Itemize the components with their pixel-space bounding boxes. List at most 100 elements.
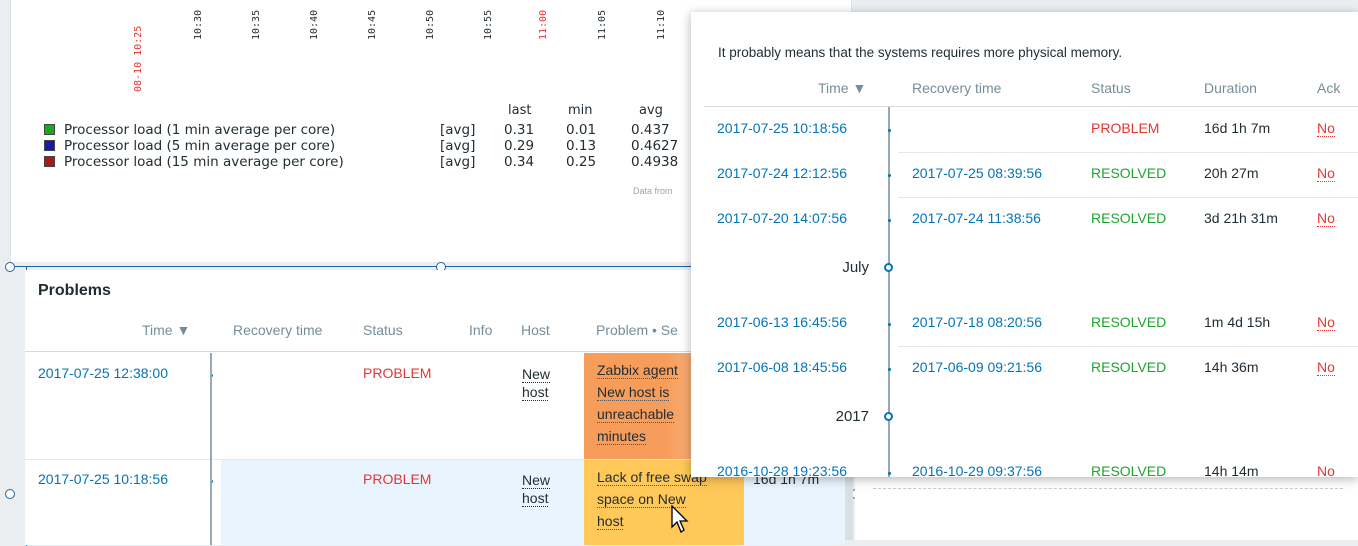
event-time-link[interactable]: 2017-07-25 10:18:56 [717,120,847,136]
popup-column-status: Status [1091,80,1131,96]
event-time-link[interactable]: 2017-07-20 14:07:56 [717,210,847,226]
resize-handle-left-center[interactable] [5,489,15,499]
event-duration: 14h 36m [1204,359,1259,375]
x-axis-tick-label: 10:45 [367,10,378,40]
x-axis-tick-label: 10:55 [483,10,494,40]
event-duration: 1m 4d 15h [1204,314,1271,330]
x-axis-tick-label: 10:50 [425,10,436,40]
legend-function: [avg] [440,122,476,138]
event-time-link[interactable]: 2017-06-13 16:45:56 [717,314,847,330]
event-duration: 20h 27m [1204,165,1259,181]
mouse-pointer-icon [671,505,689,533]
legend-min-value: 0.13 [566,138,597,154]
event-recovery-time-link[interactable]: 2017-07-24 11:38:56 [912,210,1041,226]
legend-series-name: Processor load (15 min average per core) [64,154,344,170]
row-divider [898,197,1358,198]
blurred-row [873,488,1343,489]
legend-function: [avg] [440,154,476,170]
column-header-recovery-time: Recovery time [233,322,323,338]
timeline-marker [884,412,893,421]
legend-avg-value: 0.437 [631,122,670,138]
host-link[interactable]: New host [522,471,551,507]
timeline-group-label: July [842,259,869,276]
x-axis-tick-label: 10:35 [251,10,262,40]
x-axis-tick-label: 08-10 10:25 [133,25,144,92]
timeline-marker [884,263,893,272]
column-header-info: Info [469,322,493,338]
event-time-link[interactable]: 2016-10-28 19:23:56 [717,463,847,477]
legend-last-value: 0.31 [504,122,535,138]
timeline-dot [888,129,891,132]
legend-min-value: 0.25 [566,154,597,170]
column-header-problem-severity: Problem • Se [596,322,678,338]
trigger-description: It probably means that the systems requi… [718,45,1123,60]
legend-color-swatch [44,124,55,135]
x-axis-tick-label: 10:40 [309,10,320,40]
timeline-group-label: 2017 [835,408,869,425]
host-link[interactable]: New host [522,365,551,401]
legend-last-value: 0.29 [504,138,535,154]
event-ack-link[interactable]: No [1317,463,1335,477]
event-status: RESOLVED [1091,359,1167,375]
legend-series-name: Processor load (1 min average per core) [64,122,336,138]
x-axis-tick-label: 11:10 [656,10,667,40]
popup-column-recovery-time: Recovery time [912,80,1002,96]
event-ack-link[interactable]: No [1317,314,1335,331]
legend-color-swatch [44,156,55,167]
legend-min-value: 0.01 [566,122,597,138]
timeline-dot [888,323,891,326]
timeline-dot [888,174,891,177]
problem-status: PROBLEM [363,471,432,487]
row-divider [898,152,1358,153]
event-history-popup: It probably means that the systems requi… [691,12,1358,477]
event-status: RESOLVED [1091,210,1167,226]
legend-avg-value: 0.4938 [631,154,679,170]
event-ack-link[interactable]: No [1317,120,1335,137]
legend-function: [avg] [440,138,476,154]
popup-timeline-line [888,107,890,477]
timeline-line [210,353,212,545]
event-duration: 16d 1h 7m [1204,120,1271,136]
timeline-dot [888,219,891,222]
event-status: RESOLVED [1091,314,1167,330]
event-status: RESOLVED [1091,165,1167,181]
event-ack-link[interactable]: No [1317,359,1335,376]
x-axis-tick-label: 11:00 [538,10,549,40]
event-duration: 14h 14m [1204,463,1259,477]
legend-last-value: 0.34 [504,154,535,170]
event-ack-link[interactable]: No [1317,210,1335,227]
x-axis-tick-label: 11:05 [597,10,608,40]
event-recovery-time-link[interactable]: 2017-06-09 09:21:56 [912,359,1042,375]
column-header-host: Host [521,322,550,338]
popup-column-ack: Ack [1317,80,1341,96]
popup-header-divider [704,106,1358,107]
event-status: RESOLVED [1091,463,1167,477]
event-status: PROBLEM [1091,120,1160,136]
x-axis-tick-label: 10:30 [193,10,204,40]
legend-series-name: Processor load (5 min average per core) [64,138,336,154]
widget-title: Problems [38,282,111,299]
problem-time-link[interactable]: 2017-07-25 12:38:00 [38,365,168,381]
popup-column-duration: Duration [1204,80,1257,96]
resize-handle-top-left[interactable] [5,262,15,272]
timeline-dot [888,368,891,371]
event-ack-link[interactable]: No [1317,165,1335,182]
legend-color-swatch [44,140,55,151]
legend-avg-value: 0.4627 [631,138,679,154]
timeline-dot [888,472,891,475]
popup-column-time[interactable]: Time ▼ [818,80,866,96]
problem-status: PROBLEM [363,365,432,381]
event-duration: 3d 21h 31m [1204,210,1278,226]
event-recovery-time-link[interactable]: 2017-07-18 08:20:56 [912,314,1042,330]
event-time-link[interactable]: 2017-07-24 12:12:56 [717,165,847,181]
row-divider [898,346,1358,347]
problem-time-link[interactable]: 2017-07-25 10:18:56 [38,471,168,487]
column-header-time[interactable]: Time ▼ [142,322,190,338]
graph-data-from: Data from [633,186,673,196]
problem-name-cell[interactable]: Zabbix agent New host is unreachable min… [584,353,699,459]
legend-header-min: min [568,103,593,118]
event-recovery-time-link[interactable]: 2017-07-25 08:39:56 [912,165,1042,181]
event-time-link[interactable]: 2017-06-08 18:45:56 [717,359,847,375]
event-recovery-time-link[interactable]: 2016-10-29 09:37:56 [912,463,1042,477]
legend-header-last: last [508,103,532,118]
